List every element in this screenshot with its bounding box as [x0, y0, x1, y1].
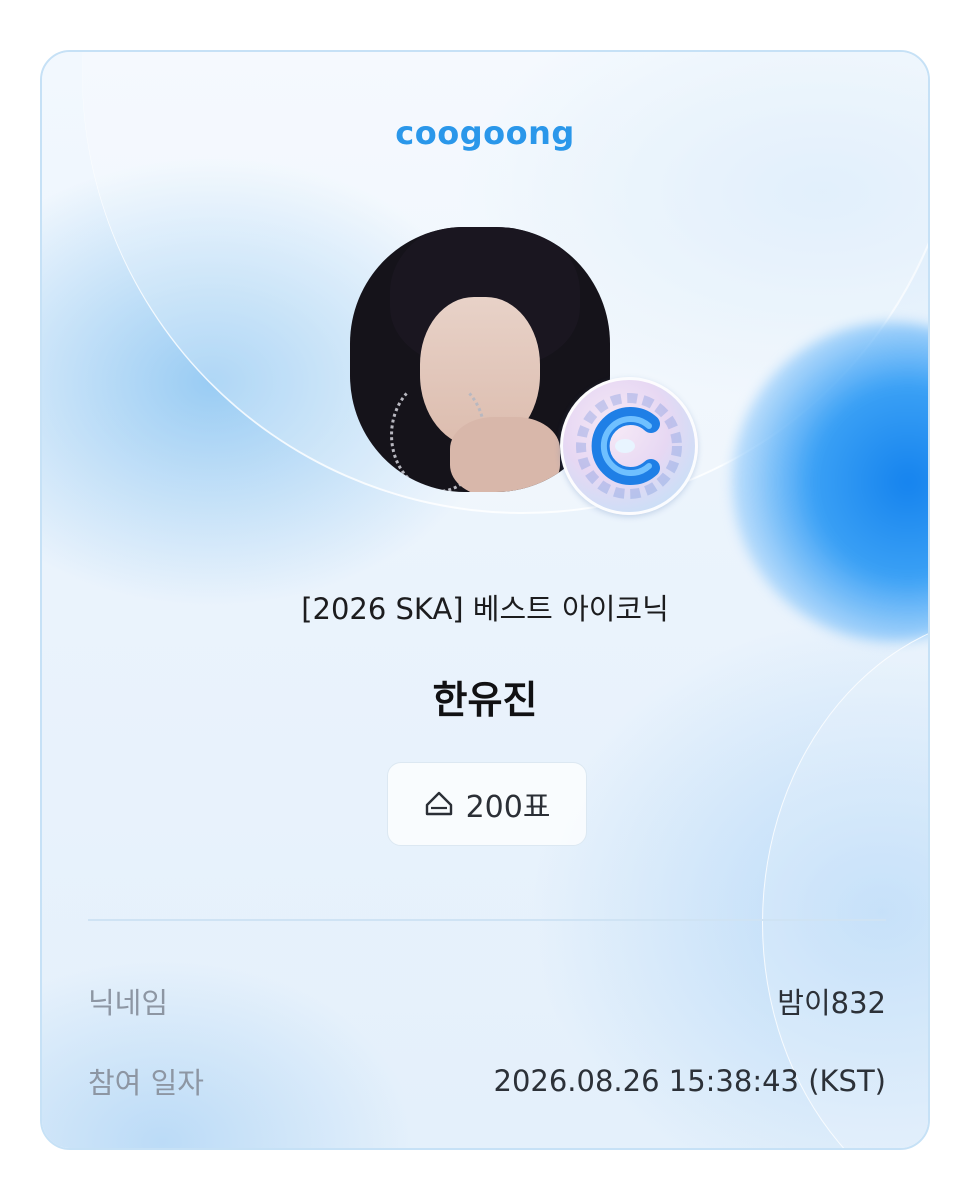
- participation-date-value: 2026.08.26 15:38:43 (KST): [493, 1064, 887, 1098]
- vote-certificate-card: coogoong [2026 SKA] 베스트 아이코닉 한유진 200표 닉네…: [40, 50, 930, 1150]
- nickname-value: 밤이832: [777, 986, 886, 1020]
- ticket-icon: [425, 791, 452, 816]
- participation-date-label: 참여 일자: [88, 1066, 204, 1100]
- participation-date-row: 참여 일자 2026.08.26 15:38:43 (KST): [88, 1060, 886, 1102]
- brand-logo: coogoong: [395, 114, 575, 152]
- vote-count-value: 200표: [465, 790, 551, 825]
- coogoong-seal-badge: [560, 377, 698, 515]
- candidate-name: 한유진: [432, 678, 538, 722]
- divider: [88, 919, 886, 921]
- nickname-row: 닉네임 밤이832: [88, 980, 886, 1022]
- seal-c-icon: [576, 393, 682, 499]
- vote-category-title: [2026 SKA] 베스트 아이코닉: [301, 592, 669, 626]
- photo-hand: [450, 417, 560, 492]
- nickname-label: 닉네임: [88, 986, 169, 1020]
- vote-count-pill: 200표: [387, 762, 587, 846]
